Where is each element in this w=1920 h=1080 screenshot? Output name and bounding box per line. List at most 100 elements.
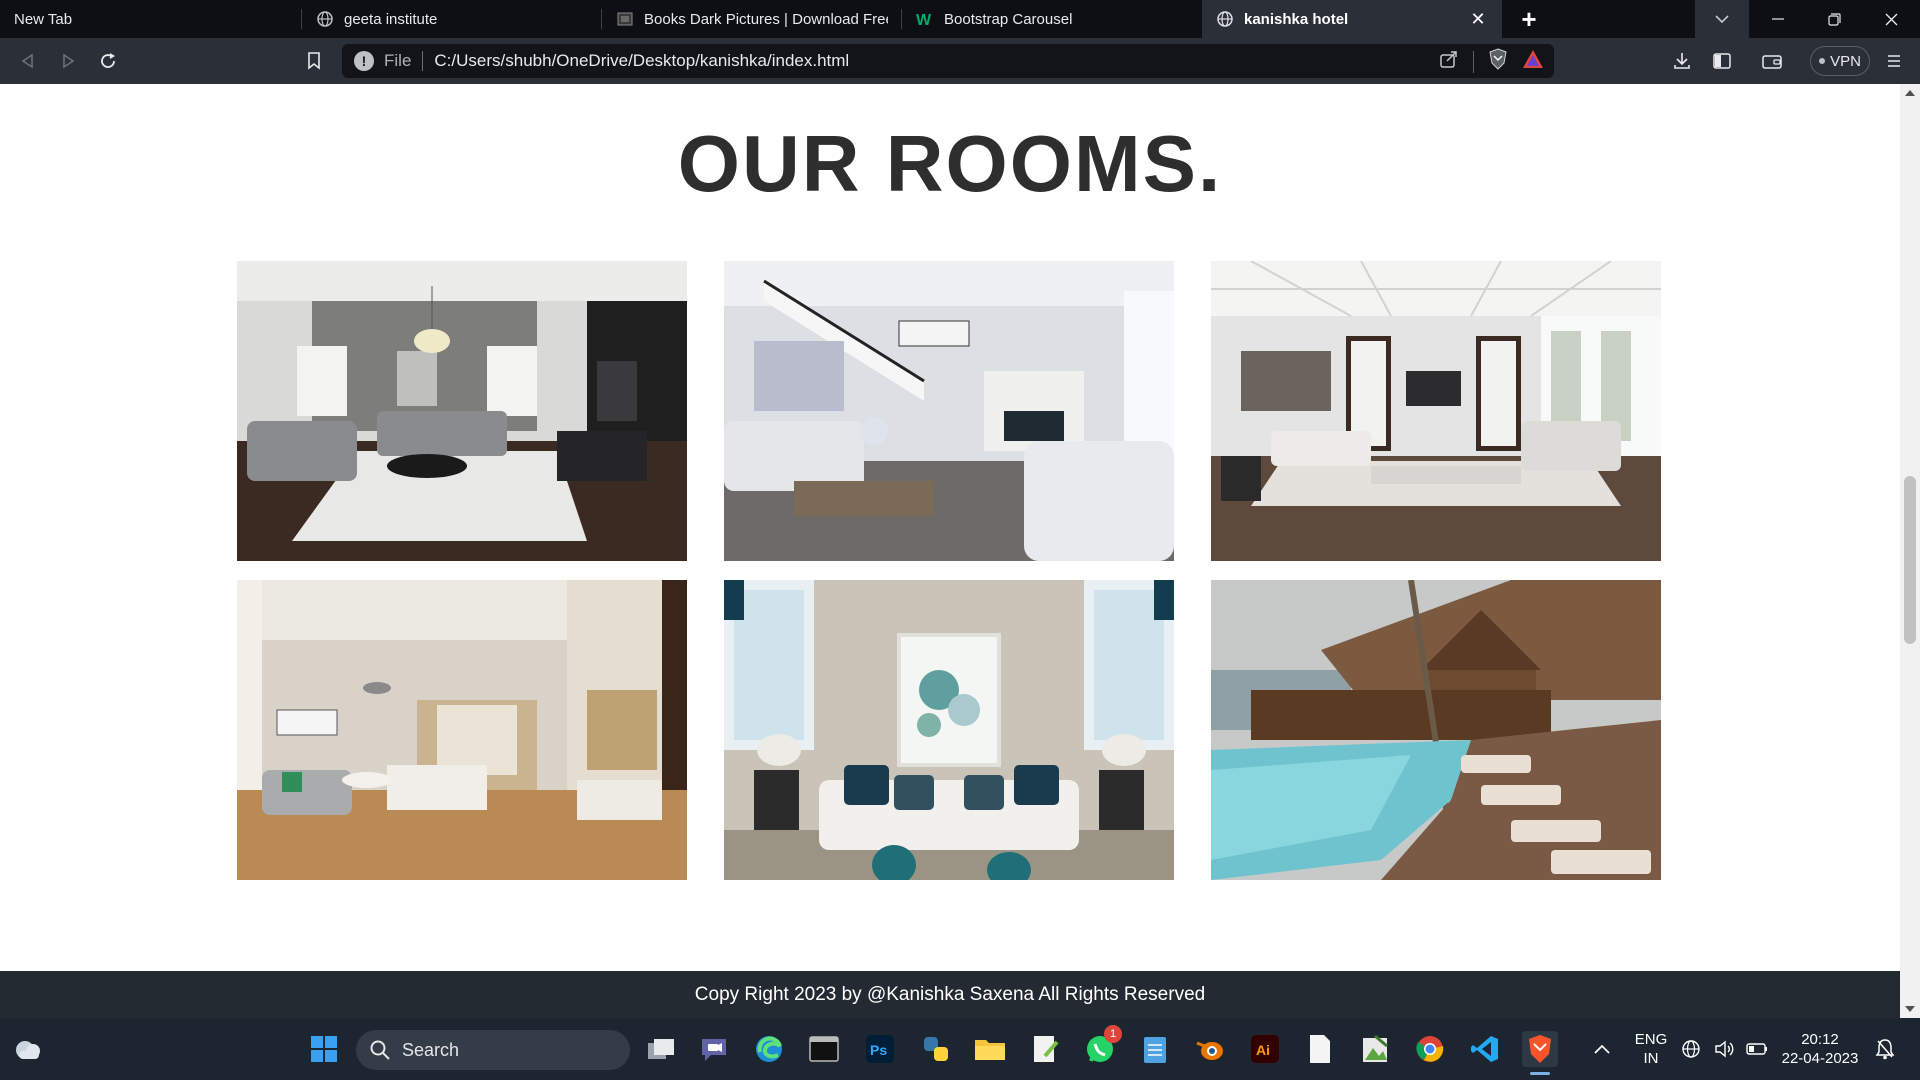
svg-text:Ai: Ai bbox=[1256, 1042, 1270, 1058]
task-view-icon bbox=[648, 1039, 674, 1059]
terminal-button[interactable] bbox=[806, 1031, 842, 1067]
battery-icon bbox=[1746, 1043, 1767, 1055]
cloud-icon bbox=[16, 1041, 40, 1059]
weather-widget[interactable] bbox=[10, 1031, 46, 1067]
web-page: OUR ROOMS. Copy Right 2023 by @Kanishka … bbox=[0, 84, 1900, 1018]
w3schools-icon: W bbox=[916, 10, 934, 28]
tab-title: Bootstrap Carousel bbox=[944, 10, 1073, 28]
document-button[interactable] bbox=[1302, 1031, 1338, 1067]
windows-taskbar: Search Ps 1 Ai ENG IN 20:12 22-04-2023 bbox=[0, 1018, 1920, 1080]
notifications-button[interactable] bbox=[1870, 1031, 1900, 1067]
show-hidden-icons-button[interactable] bbox=[1584, 1031, 1620, 1067]
python-icon bbox=[924, 1037, 948, 1061]
search-icon bbox=[370, 1040, 390, 1060]
file-explorer-button[interactable] bbox=[972, 1031, 1008, 1067]
sidebar-icon bbox=[1713, 53, 1731, 69]
wallet-button[interactable] bbox=[1752, 43, 1792, 79]
address-bar[interactable]: ! File C:/Users/shubh/OneDrive/Desktop/k… bbox=[342, 44, 1554, 78]
taskbar-search[interactable]: Search bbox=[356, 1030, 630, 1070]
reload-button[interactable] bbox=[88, 43, 128, 79]
bookmark-button[interactable] bbox=[294, 43, 334, 79]
restore-button[interactable] bbox=[1806, 0, 1863, 38]
close-tab-icon[interactable]: ✕ bbox=[1468, 9, 1488, 29]
bookmark-icon bbox=[308, 52, 320, 70]
chrome-button[interactable] bbox=[1412, 1031, 1448, 1067]
tab-strip: New Tab geeta institute Books Dark Pictu… bbox=[0, 0, 1920, 38]
vpn-button[interactable]: VPN bbox=[1810, 46, 1870, 76]
scroll-up-arrow-icon[interactable] bbox=[1905, 90, 1915, 96]
minimize-button[interactable] bbox=[1749, 0, 1806, 38]
tab-geeta-institute[interactable]: geeta institute bbox=[302, 0, 602, 38]
battery-status[interactable] bbox=[1744, 1031, 1770, 1067]
notepad-plus-button[interactable] bbox=[1027, 1031, 1063, 1067]
image-editor-button[interactable] bbox=[1357, 1031, 1393, 1067]
whatsapp-button[interactable]: 1 bbox=[1082, 1025, 1122, 1067]
blank-document-icon bbox=[1310, 1035, 1330, 1063]
globe-network-icon bbox=[1682, 1040, 1700, 1058]
scroll-down-arrow-icon[interactable] bbox=[1905, 1006, 1915, 1012]
windows-logo-icon bbox=[311, 1036, 337, 1062]
room-photo-resort-pool bbox=[1211, 580, 1661, 880]
tab-title: Books Dark Pictures | Download Free I bbox=[644, 10, 888, 28]
room-photo-hotel-bedroom bbox=[237, 580, 687, 880]
rooms-gallery bbox=[237, 261, 1662, 880]
address-url: C:/Users/shubh/OneDrive/Desktop/kanishka… bbox=[434, 51, 850, 70]
hamburger-menu-icon bbox=[1888, 55, 1900, 67]
tab-new-tab[interactable]: New Tab bbox=[0, 0, 302, 38]
chevron-down-icon bbox=[1715, 15, 1729, 24]
info-icon[interactable]: ! bbox=[354, 51, 374, 71]
language-code: ENG bbox=[1634, 1031, 1668, 1048]
scrollbar-thumb[interactable] bbox=[1904, 476, 1916, 644]
room-photo-living-room-grey-sofas bbox=[237, 261, 687, 561]
room-photo-sofa-with-painting bbox=[724, 580, 1174, 880]
photoshop-icon: Ps bbox=[866, 1035, 894, 1063]
minimize-icon bbox=[1771, 18, 1784, 20]
blender-button[interactable] bbox=[1192, 1031, 1228, 1067]
room-photo-living-room-staircase bbox=[724, 261, 1174, 561]
edge-icon bbox=[756, 1036, 782, 1062]
terminal-icon bbox=[809, 1036, 839, 1062]
edge-browser-button[interactable] bbox=[751, 1031, 787, 1067]
rooms-heading: OUR ROOMS. bbox=[677, 119, 1223, 208]
copyright-text: Copy Right 2023 by @Kanishka Saxena All … bbox=[694, 983, 1206, 1005]
page-scrollbar[interactable] bbox=[1900, 84, 1920, 1018]
language-indicator[interactable]: ENG IN bbox=[1628, 1030, 1674, 1068]
photoshop-button[interactable]: Ps bbox=[862, 1031, 898, 1067]
download-icon bbox=[1674, 53, 1690, 69]
downloads-button[interactable] bbox=[1662, 43, 1702, 79]
whatsapp-notification-badge: 1 bbox=[1104, 1025, 1122, 1043]
illustrator-button[interactable]: Ai bbox=[1247, 1031, 1283, 1067]
network-status[interactable] bbox=[1678, 1031, 1704, 1067]
vpn-label: VPN bbox=[1830, 52, 1861, 70]
brave-browser-button[interactable] bbox=[1522, 1031, 1558, 1075]
new-tab-button[interactable]: + bbox=[1502, 0, 1556, 38]
vscode-icon bbox=[1471, 1036, 1498, 1062]
brave-shields-icon[interactable] bbox=[1488, 48, 1508, 75]
python-button[interactable] bbox=[918, 1031, 954, 1067]
share-icon[interactable] bbox=[1439, 49, 1459, 74]
taskbar-search-placeholder: Search bbox=[402, 1039, 460, 1060]
chrome-icon bbox=[1416, 1036, 1444, 1062]
menu-button[interactable] bbox=[1874, 43, 1914, 79]
tab-books-dark-pictures[interactable]: Books Dark Pictures | Download Free I bbox=[602, 0, 902, 38]
notepad-plus-icon bbox=[1034, 1036, 1059, 1062]
teams-chat-button[interactable] bbox=[696, 1031, 732, 1067]
clock[interactable]: 20:12 22-04-2023 bbox=[1776, 1030, 1864, 1068]
volume-control[interactable] bbox=[1712, 1031, 1738, 1067]
notepad-button[interactable] bbox=[1137, 1031, 1173, 1067]
sidebar-button[interactable] bbox=[1702, 43, 1742, 79]
tab-kanishka-hotel[interactable]: kanishka hotel ✕ bbox=[1202, 0, 1502, 38]
start-button[interactable] bbox=[306, 1031, 342, 1067]
forward-button[interactable] bbox=[48, 43, 88, 79]
tab-bootstrap-carousel[interactable]: W Bootstrap Carousel bbox=[902, 0, 1202, 38]
brave-rewards-icon[interactable] bbox=[1522, 49, 1544, 74]
globe-icon bbox=[1216, 10, 1234, 28]
task-view-button[interactable] bbox=[643, 1031, 679, 1067]
illustrator-icon: Ai bbox=[1251, 1035, 1279, 1063]
close-window-button[interactable] bbox=[1863, 0, 1920, 38]
blender-icon bbox=[1196, 1041, 1223, 1060]
vscode-button[interactable] bbox=[1467, 1031, 1503, 1067]
tab-search-button[interactable] bbox=[1695, 0, 1749, 38]
back-button[interactable] bbox=[8, 43, 48, 79]
page-footer: Copy Right 2023 by @Kanishka Saxena All … bbox=[0, 971, 1900, 1018]
